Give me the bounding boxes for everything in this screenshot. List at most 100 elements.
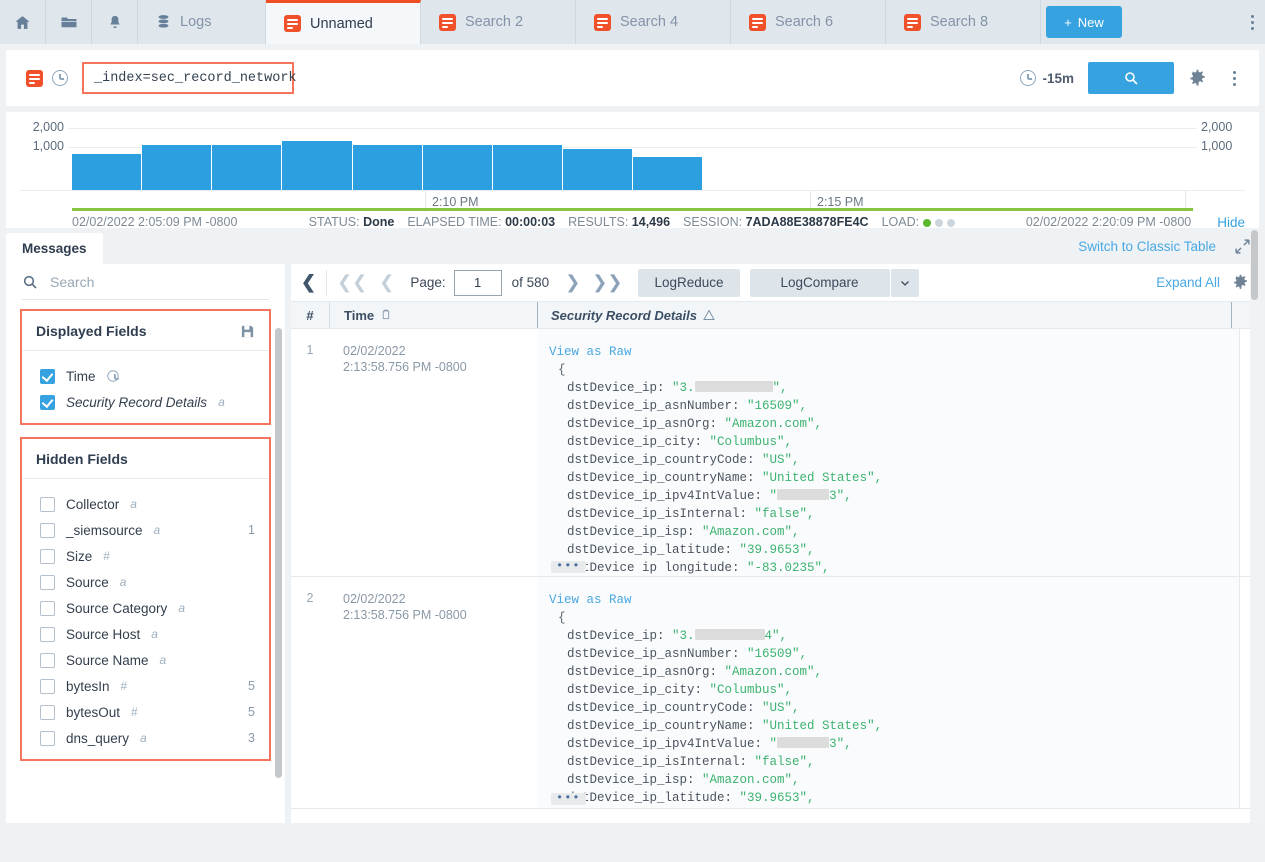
tab-search-2[interactable]: Search 2 [421,0,576,44]
save-fields-button[interactable] [240,324,255,339]
results-scrollbar[interactable] [1250,228,1259,823]
hidden-field-row[interactable]: Size# [22,543,269,569]
histogram-bar[interactable] [633,157,702,190]
histogram-bar[interactable] [212,145,281,190]
displayed-fields-list: TimeSecurity Record Detailsa [22,351,269,423]
field-name: Source Category [66,601,167,616]
folder-icon [60,13,78,31]
search-overflow-menu[interactable] [1221,77,1247,80]
tab-search-6[interactable]: Search 6 [731,0,886,44]
field-checkbox[interactable] [40,653,55,668]
field-checkbox[interactable] [40,679,55,694]
folder-icon-button[interactable] [46,0,92,44]
field-checkbox[interactable] [40,627,55,642]
json-value-end: ", [773,381,788,395]
json-value: "3. [672,629,695,643]
tabbar-overflow-menu[interactable] [1239,0,1265,44]
logcompare-button[interactable]: LogCompare [750,269,890,297]
sidebar-scrollbar[interactable] [275,328,282,778]
expand-record-button[interactable]: ••• [551,793,586,805]
hidden-field-row[interactable]: bytesOut#5 [22,699,269,725]
tab-search-8[interactable]: Search 8 [886,0,1041,44]
tab-search-4[interactable]: Search 4 [576,0,731,44]
results-pagination-toolbar: ❮ ❮❮ ❮ Page: 1 of 580 ❯ ❯❯ LogReduce Log… [291,264,1259,302]
json-line: dstDevice_ip_asnOrg: "Amazon.com", [549,415,1239,433]
histogram-bar[interactable] [563,149,632,190]
search-doc-icon[interactable] [26,70,43,87]
field-search-row[interactable]: Search [22,274,269,300]
run-search-button[interactable] [1088,62,1174,94]
field-checkbox[interactable] [40,575,55,590]
field-checkbox[interactable] [40,395,55,410]
expand-record-button[interactable]: ••• [551,561,586,573]
histogram-bar[interactable] [353,145,422,190]
displayed-field-row[interactable]: Time [22,363,269,389]
time-range-picker[interactable]: -15m [1020,70,1074,86]
hidden-field-row[interactable]: Sourcea [22,569,269,595]
json-key: dstDevice_ip_countryCode: [567,701,762,715]
search-query-input[interactable]: _index=sec_record_network [82,62,294,94]
new-tab-button[interactable]: + New [1046,6,1122,38]
histogram-bar[interactable] [142,145,211,190]
field-checkbox[interactable] [40,369,55,384]
search-settings-button[interactable] [1188,69,1207,88]
expand-all-link[interactable]: Expand All [1156,275,1220,290]
hidden-field-row[interactable]: Source Namea [22,647,269,673]
tab-label: Logs [180,14,211,30]
column-header-num[interactable]: # [291,302,329,328]
expand-diagonal-icon [1234,238,1251,255]
histogram-bar[interactable] [72,154,141,190]
hidden-field-row[interactable]: Source Hosta [22,621,269,647]
row-timestamp: 02/02/20222:13:58.756 PM -0800 [329,577,537,808]
warning-triangle-icon [703,309,715,321]
field-checkbox[interactable] [40,497,55,512]
view-as-raw-link[interactable]: View as Raw [549,343,1239,361]
home-icon-button[interactable] [0,0,46,44]
history-clock-icon[interactable] [52,70,68,86]
page-number-input[interactable]: 1 [454,270,502,296]
displayed-field-row[interactable]: Security Record Detailsa [22,389,269,415]
logreduce-button[interactable]: LogReduce [638,269,739,297]
table-row[interactable]: 202/02/20222:13:58.756 PM -0800View as R… [291,577,1259,809]
field-checkbox[interactable] [40,705,55,720]
results-scrollbar-thumb[interactable] [1251,230,1258,300]
histogram-bar[interactable] [423,145,492,190]
hidden-field-row[interactable]: Collectora [22,491,269,517]
histogram-bars[interactable] [72,130,1193,190]
column-header-security-record-details[interactable]: Security Record Details [537,302,1231,328]
column-header-time[interactable]: Time [329,302,537,328]
view-as-raw-link[interactable]: View as Raw [549,591,1239,609]
hidden-field-row[interactable]: _siemsourcea1 [22,517,269,543]
divider [326,270,327,296]
first-page-button[interactable]: ❮❮ [331,272,373,293]
row-record-details: View as Raw{dstDevice_ip: "3.",dstDevice… [537,329,1239,576]
field-checkbox[interactable] [40,549,55,564]
json-value: "16509", [747,647,807,661]
next-page-button[interactable]: ❯ [559,272,586,293]
tab-logs[interactable]: Logs [138,0,266,44]
histogram-bar[interactable] [493,145,562,190]
collapse-sidebar-button[interactable]: ❮ [295,272,322,293]
hidden-field-row[interactable]: Source Categorya [22,595,269,621]
bell-icon-button[interactable] [92,0,138,44]
switch-to-classic-table-link[interactable]: Switch to Classic Table [1078,239,1216,254]
row-timestamp: 02/02/20222:13:58.756 PM -0800 [329,329,537,576]
histogram-bar[interactable] [282,141,351,190]
hidden-field-row[interactable]: bytesIn#5 [22,673,269,699]
field-search-input[interactable]: Search [50,274,94,290]
last-page-button[interactable]: ❯❯ [586,272,628,293]
expand-panel-button[interactable] [1234,238,1251,255]
field-checkbox[interactable] [40,601,55,616]
results-settings-button[interactable] [1232,274,1249,291]
tab-messages[interactable]: Messages [6,233,103,264]
field-checkbox[interactable] [40,523,55,538]
field-checkbox[interactable] [40,731,55,746]
tab-unnamed[interactable]: Unnamed [266,0,421,44]
load-indicator [923,219,955,227]
prev-page-button[interactable]: ❮ [373,272,400,293]
hidden-field-row[interactable]: dns_querya3 [22,725,269,751]
json-key: dstDevice_ip: [567,381,672,395]
logcompare-dropdown-button[interactable] [891,269,919,297]
copy-icon [380,309,391,321]
table-row[interactable]: 102/02/20222:13:58.756 PM -0800View as R… [291,329,1259,577]
